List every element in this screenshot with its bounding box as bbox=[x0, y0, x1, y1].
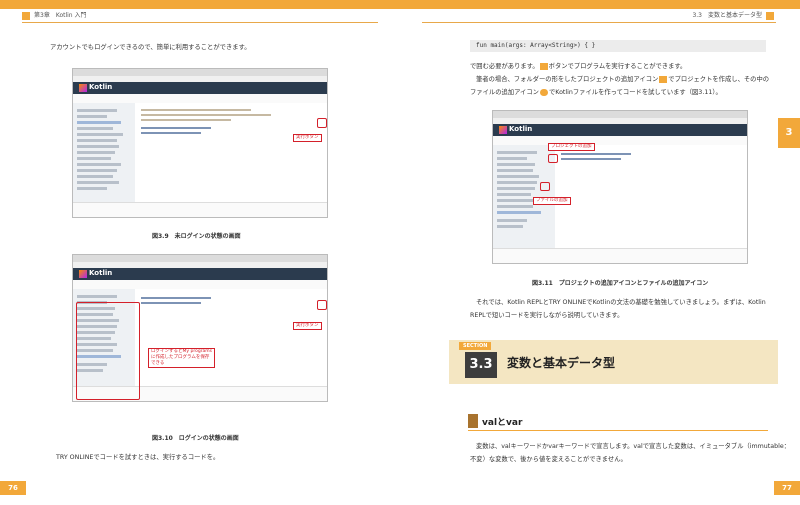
file-add-icon bbox=[539, 88, 548, 96]
chapter-side-tab: 3 bbox=[778, 118, 800, 148]
header-marker-icon bbox=[22, 12, 30, 20]
right-running-header: 3.3 変数と基本データ型 bbox=[400, 10, 800, 22]
figure-3-10-caption: 図3.10 ログインの状態の画面 bbox=[152, 435, 239, 442]
right-para-3-line1: それでは、Kotlin REPLとTRY ONLINEでKotlinの文法の基礎… bbox=[476, 299, 766, 306]
kotlin-logo-icon bbox=[79, 84, 87, 92]
right-header-rule bbox=[422, 22, 776, 23]
right-para-1: で囲む必要があります。 ボタンでプログラムを実行することができます。 bbox=[470, 62, 687, 70]
kotlin-header: Kotlin bbox=[493, 124, 747, 136]
subheading: valとvar bbox=[468, 414, 768, 431]
my-programs-highlight bbox=[76, 302, 140, 400]
left-header-rule bbox=[22, 22, 378, 23]
project-add-highlight bbox=[548, 154, 558, 163]
code-editor bbox=[135, 289, 327, 387]
kotlin-logo-text: Kotlin bbox=[89, 83, 113, 91]
left-page-number: 76 bbox=[0, 481, 26, 495]
kotlin-logo-icon bbox=[499, 126, 507, 134]
file-add-highlight bbox=[540, 182, 550, 191]
right-header-text: 3.3 変数と基本データ型 bbox=[692, 12, 762, 19]
folder-add-icon bbox=[659, 75, 668, 83]
right-para-4-line2: 不変）な変数で、後から値を変えることができません。 bbox=[470, 456, 627, 463]
kotlin-logo-icon bbox=[79, 270, 87, 278]
left-running-header: 第3章 Kotlin 入門 bbox=[0, 10, 400, 22]
section-number: 3.3 bbox=[465, 352, 497, 378]
right-para-3-line2: REPLで短いコードを実行しながら説明していきます。 bbox=[470, 312, 624, 319]
browser-tabbar bbox=[73, 255, 327, 262]
browser-tabbar bbox=[493, 111, 747, 118]
section-title: 変数と基本データ型 bbox=[507, 356, 616, 370]
section-label: SECTION bbox=[459, 342, 492, 350]
kotlin-logo-text: Kotlin bbox=[509, 125, 533, 133]
right-para-2-line2: ファイルの追加アイコン でKotlinファイルを作ってコードを試しています（図3.… bbox=[470, 88, 722, 96]
run-button-highlight bbox=[317, 300, 327, 310]
top-accent-bar bbox=[0, 0, 800, 9]
project-add-callout: プロジェクトの追加 bbox=[548, 143, 595, 151]
right-para-4-line1: 変数は、valキーワードかvarキーワードで宣言します。valで宣言した変数は、… bbox=[476, 443, 791, 450]
left-intro-text: アカウントでもログインできるので、簡単に利用することができます。 bbox=[50, 44, 251, 51]
header-marker-icon bbox=[766, 12, 774, 20]
run-button-callout: 実行ボタン bbox=[293, 322, 322, 330]
hammer-icon bbox=[468, 414, 478, 428]
kotlin-header: Kotlin bbox=[73, 268, 327, 280]
kotlin-logo-text: Kotlin bbox=[89, 269, 113, 277]
code-editor bbox=[555, 145, 747, 249]
right-page-number: 77 bbox=[774, 481, 800, 495]
console-bar bbox=[493, 248, 747, 263]
code-snippet: fun main(args: Array<String>) { } bbox=[470, 40, 766, 52]
login-callout: ログインするとMy programs に作成したプログラムを保存 できる bbox=[148, 348, 216, 368]
figure-3-9-screenshot: Kotlin bbox=[72, 68, 328, 218]
file-add-callout: ファイルの追加 bbox=[533, 197, 571, 205]
examples-sidebar bbox=[73, 103, 135, 217]
left-footer-text: TRY ONLINEでコードを試すときは、実行するコードを。 bbox=[56, 454, 220, 461]
browser-tabbar bbox=[73, 69, 327, 76]
section-heading-banner: SECTION 3.3 変数と基本データ型 bbox=[449, 340, 778, 384]
kotlin-header: Kotlin bbox=[73, 82, 327, 94]
right-para-2-line1: 筆者の場合、フォルダーの形をしたプロジェクトの追加アイコン でプロジェクトを作成し… bbox=[476, 75, 770, 83]
run-icon bbox=[539, 62, 548, 70]
run-button-highlight bbox=[317, 118, 327, 128]
figure-3-11-caption: 図3.11 プロジェクトの追加アイコンとファイルの追加アイコン bbox=[532, 280, 709, 287]
run-button-callout: 実行ボタン bbox=[293, 134, 322, 142]
figure-3-9-caption: 図3.9 未ログインの状態の画面 bbox=[152, 233, 241, 240]
code-editor bbox=[135, 103, 327, 203]
console-bar bbox=[73, 202, 327, 217]
subheading-text: valとvar bbox=[482, 418, 523, 428]
figure-3-11-screenshot: Kotlin bbox=[492, 110, 748, 264]
left-header-text: 第3章 Kotlin 入門 bbox=[34, 12, 87, 19]
